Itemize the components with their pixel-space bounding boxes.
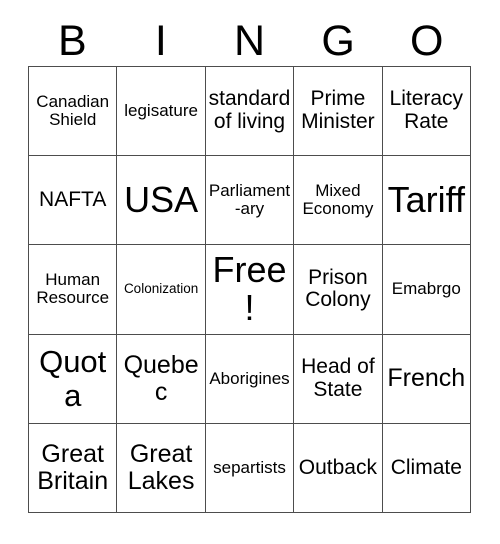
bingo-cell-colonization[interactable]: Colonization bbox=[117, 245, 206, 335]
bingo-cell-label: Free! bbox=[212, 248, 287, 329]
bingo-header-row: BINGO bbox=[28, 17, 471, 66]
bingo-cell-standard-of-living[interactable]: standard of living bbox=[205, 67, 295, 157]
bingo-cell-emabrgo[interactable]: Emabrgo bbox=[382, 245, 471, 335]
bingo-cell-label: Outback bbox=[298, 455, 377, 479]
bingo-cell-label: Head of State bbox=[301, 355, 375, 401]
bingo-cell-outback[interactable]: Outback bbox=[294, 423, 383, 513]
bingo-cell-label: Canadian Shield bbox=[36, 91, 110, 130]
bingo-cell-legisature[interactable]: legisature bbox=[117, 67, 206, 157]
bingo-cell-label: Tariff bbox=[387, 178, 465, 220]
bingo-cell-canadian-shield[interactable]: Canadian Shield bbox=[29, 67, 118, 157]
bingo-cell-label: Parliament-ary bbox=[208, 180, 291, 219]
bingo-cell-parliament-ary[interactable]: Parliament-ary bbox=[205, 156, 295, 246]
bingo-cell-head-of-state[interactable]: Head of State bbox=[294, 334, 383, 424]
bingo-cell-label: Prison Colony bbox=[305, 265, 371, 312]
bingo-cell-label: Emabrgo bbox=[391, 279, 461, 299]
bingo-cell-label: separtists bbox=[213, 457, 286, 477]
bingo-cell-label: Mixed Economy bbox=[302, 180, 374, 219]
bingo-cell-aborigines[interactable]: Aborigines bbox=[205, 334, 295, 424]
bingo-cell-label: NAFTA bbox=[39, 187, 107, 211]
bingo-header-letter-o: O bbox=[409, 17, 444, 65]
bingo-cell-human-resource[interactable]: Human Resource bbox=[29, 245, 118, 335]
bingo-cell-label: legisature bbox=[124, 100, 198, 120]
bingo-cell-label: Climate bbox=[390, 455, 462, 479]
bingo-cell-quebec[interactable]: Quebec bbox=[117, 334, 206, 424]
bingo-cell-label: Human Resource bbox=[36, 270, 110, 308]
bingo-cell-free[interactable]: Free! bbox=[205, 245, 295, 335]
bingo-cell-label: standard of living bbox=[208, 87, 291, 134]
bingo-cell-nafta[interactable]: NAFTA bbox=[29, 156, 118, 246]
bingo-cell-label: French bbox=[387, 364, 466, 393]
bingo-cell-french[interactable]: French bbox=[382, 334, 471, 424]
bingo-header-letter-i: I bbox=[154, 17, 167, 65]
bingo-cell-prison-colony[interactable]: Prison Colony bbox=[294, 245, 383, 335]
bingo-cell-quota[interactable]: Quota bbox=[29, 334, 118, 424]
bingo-cell-great-lakes[interactable]: Great Lakes bbox=[117, 423, 206, 513]
bingo-cell-climate[interactable]: Climate bbox=[382, 423, 471, 513]
bingo-cell-label: Great Lakes bbox=[127, 439, 195, 495]
bingo-cell-mixed-economy[interactable]: Mixed Economy bbox=[294, 156, 383, 246]
bingo-header-letter-g: G bbox=[321, 17, 355, 65]
bingo-cell-prime-minister[interactable]: Prime Minister bbox=[294, 67, 383, 157]
bingo-cell-label: Great Britain bbox=[37, 439, 109, 495]
bingo-cell-label: Prime Minister bbox=[301, 87, 375, 134]
bingo-cell-label: USA bbox=[124, 178, 199, 220]
bingo-cell-label: Aborigines bbox=[209, 368, 290, 388]
bingo-cell-usa[interactable]: USA bbox=[117, 156, 206, 246]
bingo-cell-label: Quebec bbox=[123, 350, 199, 406]
bingo-header-letter-b: B bbox=[57, 17, 87, 65]
bingo-cell-literacy-rate[interactable]: Literacy Rate bbox=[382, 67, 471, 157]
bingo-header-letter-n: N bbox=[233, 17, 266, 65]
bingo-cell-label: Colonization bbox=[123, 281, 199, 297]
bingo-cell-great-britain[interactable]: Great Britain bbox=[29, 423, 118, 513]
bingo-card: B I N G O Canadian Shield legisature standard … bbox=[0, 0, 500, 544]
bingo-cell-label: Quota bbox=[39, 344, 107, 413]
bingo-cell-separtists[interactable]: separtists bbox=[205, 423, 295, 513]
bingo-grid: Canadian Shield legisature standard of liv… bbox=[28, 66, 471, 513]
bingo-cell-label: Literacy Rate bbox=[389, 87, 464, 134]
bingo-cell-tariff[interactable]: Tariff bbox=[382, 156, 471, 246]
